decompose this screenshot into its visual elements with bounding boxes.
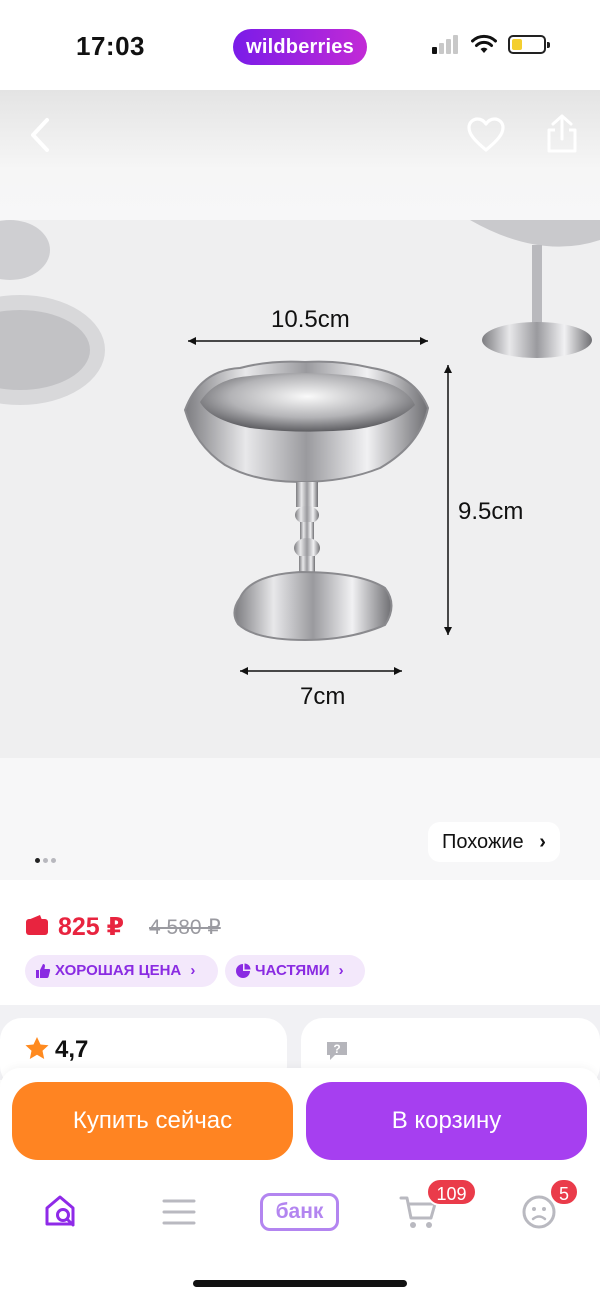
pie-chart-icon [236,963,251,978]
installments-label: ЧАСТЯМИ [255,962,330,979]
question-bubble-icon: ? [327,1042,347,1060]
similar-button[interactable]: Похожие › [428,822,560,862]
home-indicator [193,1280,407,1287]
bank-tab-label: банк [275,1200,324,1223]
gallery-page-indicator [35,850,59,868]
dimension-label-top: 10.5cm [271,306,350,333]
wallet-icon [26,915,48,935]
svg-text:?: ? [333,1042,340,1056]
current-price: 825 ₽ [58,913,125,941]
back-arrow-icon[interactable] [25,115,55,155]
good-price-chip[interactable]: ХОРОШАЯ ЦЕНА › [25,955,218,987]
star-icon [25,1037,49,1059]
catalog-menu-icon[interactable] [162,1197,196,1227]
chevron-right-icon: › [338,962,344,979]
buy-now-button[interactable]: Купить сейчас [12,1082,293,1160]
product-photo[interactable]: 10.5cm 9.5cm 7cm [0,220,600,758]
dimension-label-height: 9.5cm [458,498,524,525]
installments-chip[interactable]: ЧАСТЯМИ › [225,955,365,987]
battery-icon [508,35,550,54]
status-time: 17:03 [76,31,145,61]
status-bar: 17:03 wildberries [0,0,600,90]
thumbs-up-icon [36,964,51,978]
dimension-label-base: 7cm [300,683,346,710]
rating-value: 4,7 [55,1036,89,1063]
brand-logo: wildberries [233,29,367,65]
similar-button-label: Похожие [442,831,524,853]
old-price: 4 580 ₽ [149,916,221,939]
cart-count-badge: 109 [426,1178,477,1206]
bank-tab[interactable]: банк [260,1193,339,1231]
home-search-icon[interactable] [43,1193,79,1229]
add-to-cart-button[interactable]: В корзину [306,1082,587,1160]
chevron-right-icon: › [190,962,196,979]
good-price-label: ХОРОШАЯ ЦЕНА [55,962,182,979]
wifi-icon [471,34,497,53]
chevron-right-icon: › [539,831,546,853]
share-icon[interactable] [544,113,580,155]
favorite-heart-icon[interactable] [466,116,506,154]
profile-notification-badge: 5 [549,1178,579,1206]
